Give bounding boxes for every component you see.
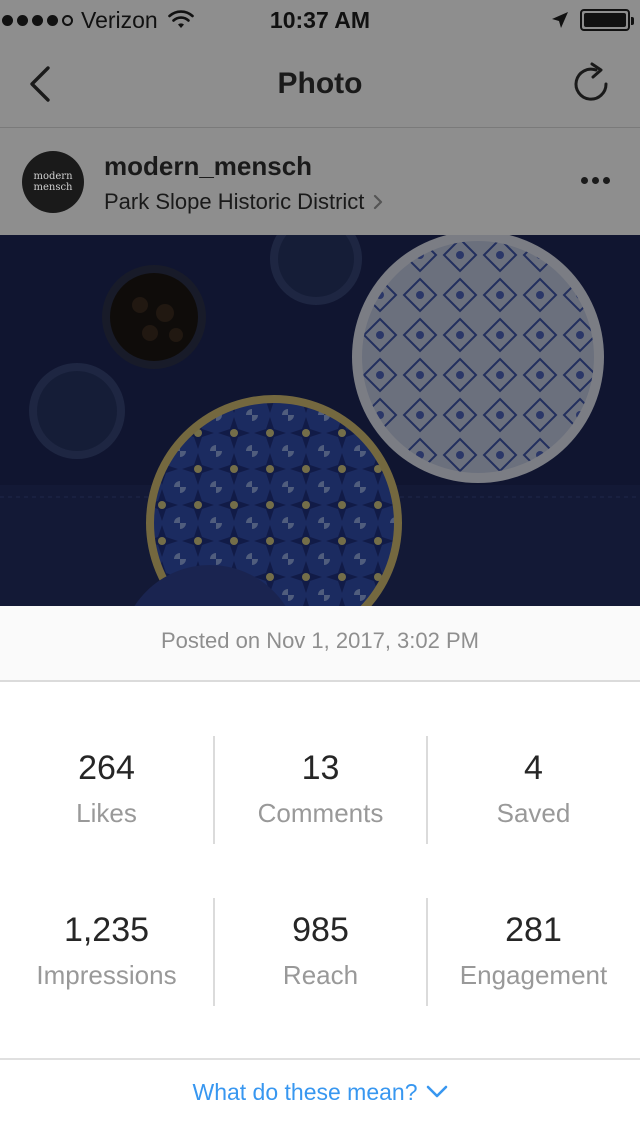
stat-comments: 13 Comments [213, 736, 426, 844]
stats-row: 1,235 Impressions 985 Reach 281 Engageme… [0, 898, 640, 1006]
chevron-right-icon [374, 194, 383, 210]
stat-likes: 264 Likes [0, 736, 213, 844]
more-horizontal-icon[interactable] [581, 177, 610, 184]
refresh-icon[interactable] [572, 62, 612, 106]
avatar[interactable]: modern mensch [22, 151, 84, 213]
stat-value: 13 [301, 749, 340, 787]
what-do-these-mean-link[interactable]: What do these mean? [0, 1062, 640, 1122]
stat-impressions: 1,235 Impressions [0, 898, 213, 1006]
stat-value: 281 [505, 911, 562, 949]
avatar-text-line1: modern [33, 171, 73, 182]
status-right [550, 0, 634, 40]
chevron-down-icon [426, 1085, 447, 1098]
nav-bar: Photo [0, 40, 640, 128]
page-title: Photo [277, 67, 363, 100]
stat-saved: 4 Saved [426, 736, 639, 844]
stat-engagement: 281 Engagement [426, 898, 639, 1006]
avatar-text-line2: mensch [33, 182, 73, 193]
stat-value: 1,235 [63, 911, 150, 949]
status-time: 10:37 AM [269, 7, 371, 33]
stat-label: Saved [496, 798, 571, 828]
posted-date: Posted on Nov 1, 2017, 3:02 PM [0, 606, 640, 682]
status-bar: Verizon 10:37 AM [0, 0, 640, 40]
stat-label: Comments [257, 798, 384, 828]
stat-value: 264 [78, 749, 135, 787]
help-link-label: What do these mean? [192, 1078, 418, 1105]
stat-value: 985 [292, 911, 349, 949]
stat-label: Impressions [36, 960, 177, 990]
username-link[interactable]: modern_mensch [104, 151, 312, 182]
post-photo [0, 235, 640, 606]
location-link[interactable]: Park Slope Historic District [104, 189, 384, 215]
location-arrow-icon [552, 12, 568, 28]
stat-label: Likes [76, 798, 137, 828]
battery-icon [580, 9, 634, 31]
stat-label: Engagement [459, 960, 608, 990]
location-label: Park Slope Historic District [104, 189, 365, 214]
stat-reach: 985 Reach [213, 898, 426, 1006]
stat-label: Reach [282, 960, 359, 990]
stats-row: 264 Likes 13 Comments 4 Saved [0, 736, 640, 844]
stat-value: 4 [524, 749, 543, 787]
post-header: modern mensch modern_mensch Park Slope H… [0, 129, 640, 235]
insights-stats: 264 Likes 13 Comments 4 Saved 1,235 Impr… [0, 684, 640, 1060]
